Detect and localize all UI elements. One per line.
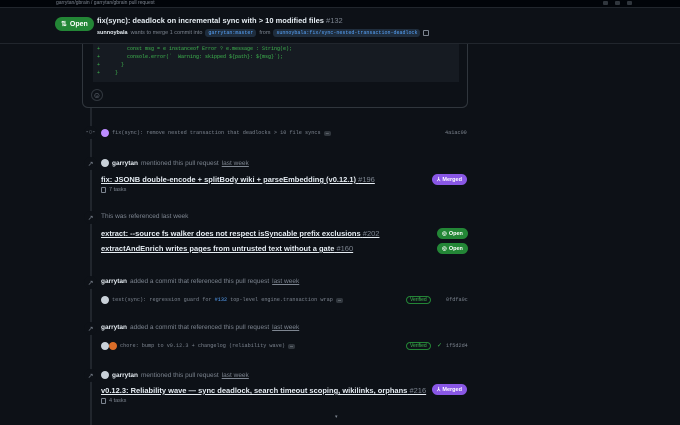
code-line: + console.error(` Warning: skipped ${pat…	[97, 54, 284, 60]
tasklist-icon	[101, 398, 106, 404]
commit-sha[interactable]: 0fdfa0c	[446, 297, 468, 303]
user-link[interactable]: garrytan	[101, 278, 127, 285]
expand-commit-button[interactable]: …	[288, 343, 296, 349]
timeline-event: garrytan mentioned this pull request las…	[101, 159, 249, 167]
user-link[interactable]: garrytan	[101, 324, 127, 331]
referenced-issue-link[interactable]: extract: --source fs walker does not res…	[101, 229, 379, 238]
cross-reference-icon: ↗	[84, 369, 97, 382]
merge-icon: ⅄	[437, 176, 441, 183]
task-count: 4 tasks	[101, 398, 126, 404]
cross-reference-icon: ↗	[84, 276, 97, 289]
verified-badge[interactable]: Verified	[406, 342, 431, 350]
extension-icon[interactable]	[627, 1, 632, 5]
window-title: garrytan/gbrain / garrytan/gbrain pull r…	[56, 0, 155, 6]
merged-badge: ⅄ Merged	[432, 174, 467, 185]
tasklist-icon	[101, 187, 106, 193]
user-link[interactable]: garrytan	[112, 160, 138, 167]
cross-reference-icon: ↗	[84, 322, 97, 335]
issue-open-icon: ◎	[442, 245, 447, 252]
commit-message[interactable]: top-level engine.transaction wrap	[230, 297, 333, 303]
code-line: + const msg = e instanceof Error ? e.mes…	[97, 46, 293, 52]
referenced-pr-link[interactable]: fix: JSONB double-encode + splitBody wik…	[101, 175, 375, 184]
issue-open-icon: ◎	[442, 230, 447, 237]
avatar[interactable]	[101, 342, 109, 350]
open-badge: ◎ Open	[437, 228, 468, 239]
verified-badge[interactable]: Verified	[406, 296, 431, 304]
merge-icon: ⅄	[437, 386, 441, 393]
avatar[interactable]	[101, 371, 109, 379]
head-branch[interactable]: sunnoybala:fix/sync-nested-transaction-d…	[273, 29, 421, 37]
extension-icon[interactable]	[615, 1, 620, 5]
scroll-indicator-icon[interactable]: ▾	[335, 414, 341, 420]
pr-link[interactable]: #132	[215, 297, 227, 303]
commit-sha[interactable]: 4a1ac00	[445, 130, 467, 136]
timestamp-link[interactable]: last week	[272, 324, 299, 331]
review-comment-box: + const msg = e instanceof Error ? e.mes…	[82, 44, 468, 108]
referenced-pr-link[interactable]: v0.12.3: Reliability wave — sync deadloc…	[101, 386, 426, 395]
avatar[interactable]	[101, 159, 109, 167]
avatar[interactable]	[101, 129, 109, 137]
code-line: + }	[97, 62, 125, 68]
commit-message[interactable]: fix(sync): remove nested transaction tha…	[112, 130, 321, 136]
commit-sha[interactable]: 1f5d2d4	[446, 343, 468, 349]
commit-icon: -○-	[84, 126, 97, 139]
cross-reference-icon: ↗	[84, 211, 97, 224]
timestamp-link[interactable]: last week	[272, 278, 299, 285]
pr-status-badge: ⇅ Open	[55, 17, 94, 31]
timeline-event: This was referenced last week	[101, 213, 189, 220]
code-line: +}	[97, 70, 119, 76]
pr-number: #132	[326, 16, 343, 25]
expand-commit-button[interactable]: …	[323, 130, 331, 136]
commit-row: test(sync): regression guard for #132 to…	[101, 296, 343, 304]
open-badge: ◎ Open	[437, 243, 468, 254]
timeline-event: garrytan added a commit that referenced …	[101, 324, 300, 331]
check-icon[interactable]: ✓	[437, 342, 442, 349]
commit-row: chore: bump to v0.12.3 + changelog (reli…	[101, 342, 296, 350]
referenced-issue-link[interactable]: extractAndEnrich writes pages from untru…	[101, 244, 353, 253]
base-branch[interactable]: garrytan:master	[205, 29, 257, 37]
avatar[interactable]	[101, 296, 109, 304]
user-link[interactable]: garrytan	[112, 372, 138, 379]
commit-message[interactable]: chore: bump to v0.12.3 + changelog (reli…	[120, 343, 285, 349]
code-diff: + const msg = e instanceof Error ? e.mes…	[93, 44, 459, 82]
avatar[interactable]	[109, 342, 117, 350]
expand-commit-button[interactable]: …	[335, 297, 343, 303]
pr-merge-info: sunnoybala wants to merge 1 commit into …	[97, 29, 430, 37]
author-link[interactable]: sunnoybala	[97, 30, 128, 36]
pull-request-icon: ⇅	[61, 21, 67, 28]
pr-sticky-header: ⇅ Open fix(sync): deadlock on incrementa…	[0, 8, 680, 44]
cross-reference-icon: ↗	[84, 157, 97, 170]
add-reaction-icon[interactable]: ☺	[91, 89, 103, 101]
task-count: 7 tasks	[101, 187, 126, 193]
commit-message[interactable]: test(sync): regression guard for	[112, 297, 212, 303]
extension-icon[interactable]	[603, 1, 608, 5]
copy-icon[interactable]	[423, 30, 430, 36]
timeline-event: garrytan added a commit that referenced …	[101, 278, 300, 285]
timestamp-link[interactable]: last week	[222, 372, 249, 379]
timestamp-link[interactable]: last week	[222, 160, 249, 167]
merged-badge: ⅄ Merged	[432, 384, 467, 395]
browser-top-strip: garrytan/gbrain / garrytan/gbrain pull r…	[0, 0, 680, 8]
timeline-event: garrytan mentioned this pull request las…	[101, 371, 249, 379]
commit-row: fix(sync): remove nested transaction tha…	[101, 129, 331, 137]
pr-title: fix(sync): deadlock on incremental sync …	[97, 16, 343, 25]
